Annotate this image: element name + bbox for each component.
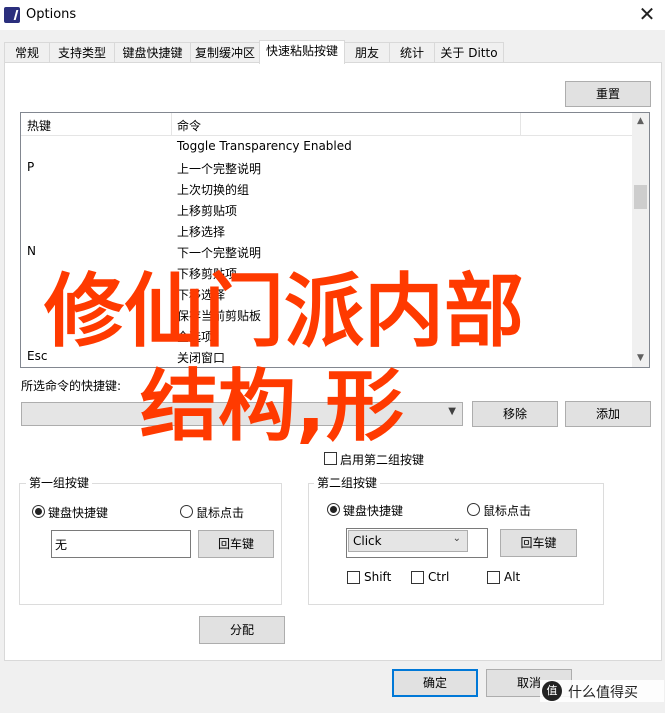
ditto-app-icon bbox=[4, 7, 20, 23]
group2-radio-keyboard[interactable] bbox=[327, 503, 340, 516]
tab-friends[interactable]: 朋友 bbox=[344, 42, 390, 63]
add-button[interactable]: 添加 bbox=[565, 401, 651, 427]
tab-quick-paste-keys[interactable]: 快速粘贴按键 bbox=[259, 40, 345, 64]
ok-button[interactable]: 确定 bbox=[392, 669, 478, 697]
group2-radio-mouse[interactable] bbox=[467, 503, 480, 516]
title-bar: Options ✕ bbox=[0, 0, 665, 30]
window-title: Options bbox=[26, 7, 77, 22]
scroll-thumb[interactable] bbox=[634, 185, 647, 209]
list-header: 热键 命令 bbox=[21, 113, 633, 136]
tab-copy-buffers[interactable]: 复制缓冲区 bbox=[190, 42, 260, 63]
column-divider bbox=[171, 113, 172, 135]
reset-button[interactable]: 重置 bbox=[565, 81, 651, 107]
list-row[interactable]: P 上一个完整说明 bbox=[21, 157, 633, 178]
scroll-down-icon[interactable]: ▼ bbox=[632, 350, 649, 367]
list-row[interactable]: 上移选择 bbox=[21, 220, 633, 241]
list-row[interactable]: 上移剪贴项 bbox=[21, 199, 633, 220]
group1-enter-button[interactable]: 回车键 bbox=[198, 530, 274, 558]
watermark: 值 什么值得买 bbox=[540, 680, 664, 702]
group1-radio-mouse-label: 鼠标点击 bbox=[196, 506, 245, 520]
tab-about[interactable]: 关于 Ditto bbox=[434, 42, 504, 63]
alt-label: Alt bbox=[504, 570, 521, 584]
column-command[interactable]: 命令 bbox=[177, 117, 201, 134]
group2-radio-mouse-label: 鼠标点击 bbox=[483, 504, 532, 518]
assign-button[interactable]: 分配 bbox=[199, 616, 285, 644]
group1-radio-keyboard-label: 键盘快捷键 bbox=[48, 506, 109, 520]
group1-radio-mouse[interactable] bbox=[180, 505, 193, 518]
close-icon[interactable]: ✕ bbox=[635, 3, 659, 25]
group1-title: 第一组按键 bbox=[26, 474, 93, 491]
list-scrollbar[interactable]: ▲ ▼ bbox=[632, 113, 649, 367]
selected-command-label: 所选命令的快捷键: bbox=[21, 379, 122, 393]
overlay-text-line2: 结构,形 bbox=[140, 362, 404, 452]
group1-hotkey-input[interactable]: 无 bbox=[51, 530, 191, 558]
options-window: Options ✕ 常规 支持类型 键盘快捷键 复制缓冲区 快速粘贴按键 朋友 … bbox=[0, 0, 665, 713]
overlay-text-line1: 修仙门派内部 bbox=[44, 265, 524, 358]
enable-second-group-label: 启用第二组按键 bbox=[340, 453, 425, 467]
group1-radio-keyboard[interactable] bbox=[32, 505, 45, 518]
shift-label: Shift bbox=[364, 570, 392, 584]
ctrl-label: Ctrl bbox=[428, 570, 450, 584]
tab-keyboard-shortcuts[interactable]: 键盘快捷键 bbox=[114, 42, 191, 63]
enable-second-group-checkbox[interactable] bbox=[324, 452, 337, 465]
list-row[interactable]: N 下一个完整说明 bbox=[21, 241, 633, 262]
tab-general[interactable]: 常规 bbox=[4, 42, 50, 63]
list-row[interactable]: Toggle Transparency Enabled bbox=[21, 136, 633, 157]
group2-title: 第二组按键 bbox=[314, 474, 381, 491]
chevron-down-icon: ⌄ bbox=[452, 533, 461, 544]
watermark-text: 什么值得买 bbox=[568, 685, 638, 701]
chevron-down-icon: ▼ bbox=[448, 406, 456, 417]
shift-checkbox[interactable] bbox=[347, 571, 360, 584]
watermark-logo-icon: 值 bbox=[542, 681, 562, 701]
column-hotkey[interactable]: 热键 bbox=[27, 117, 51, 134]
column-divider bbox=[520, 113, 521, 135]
group2-click-combo[interactable]: Click ⌄ bbox=[348, 530, 468, 552]
scroll-up-icon[interactable]: ▲ bbox=[632, 113, 649, 130]
ctrl-checkbox[interactable] bbox=[411, 571, 424, 584]
group2-radio-keyboard-label: 键盘快捷键 bbox=[343, 504, 404, 518]
list-row[interactable]: 上次切换的组 bbox=[21, 178, 633, 199]
tab-stats[interactable]: 统计 bbox=[389, 42, 435, 63]
alt-checkbox[interactable] bbox=[487, 571, 500, 584]
tab-supported-types[interactable]: 支持类型 bbox=[49, 42, 115, 63]
remove-button[interactable]: 移除 bbox=[472, 401, 558, 427]
group2-enter-button[interactable]: 回车键 bbox=[500, 529, 577, 557]
